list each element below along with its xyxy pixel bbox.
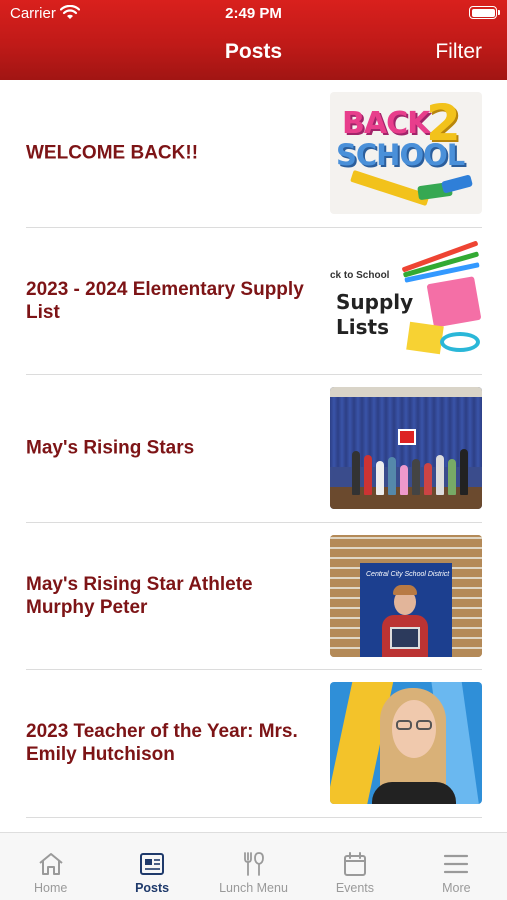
post-thumbnail: [330, 682, 482, 804]
battery-icon: [469, 6, 500, 19]
person-graphic: [400, 465, 408, 495]
filter-button[interactable]: Filter: [435, 40, 482, 64]
post-title: 2023 - 2024 Elementary Supply List: [26, 278, 304, 323]
thumbnail-text: ck to School: [330, 269, 390, 281]
post-item[interactable]: May's Rising Stars: [26, 375, 482, 523]
person-graphic: [436, 455, 444, 495]
glasses-graphic: [396, 720, 412, 730]
tab-more[interactable]: More: [406, 833, 507, 900]
status-bar: Carrier 2:49 PM: [0, 0, 507, 28]
post-title: May's Rising Stars: [26, 437, 195, 459]
notebook-graphic: [426, 275, 482, 328]
post-title: 2023 Teacher of the Year: Mrs. Emily Hut…: [26, 721, 298, 766]
thumbnail-text: Lists: [336, 314, 389, 339]
person-graphic: [352, 451, 360, 495]
home-icon: [39, 853, 63, 875]
tab-label: Lunch Menu: [219, 881, 288, 895]
tab-events[interactable]: Events: [304, 833, 405, 900]
utensils-icon: [243, 852, 264, 876]
school-emblem-graphic: [398, 429, 416, 445]
thumbnail-text: Supply: [336, 289, 414, 314]
person-hair-graphic: [393, 584, 417, 595]
status-time: 2:49 PM: [225, 5, 282, 22]
newspaper-icon: [140, 853, 165, 875]
thumbnail-text: Central City School District: [366, 570, 450, 578]
post-item[interactable]: May's Rising Star Athlete Murphy Peter C…: [26, 523, 482, 670]
calendar-icon: [343, 852, 366, 876]
post-thumbnail: [330, 387, 482, 509]
person-graphic: [460, 449, 468, 495]
tab-label: Posts: [135, 881, 170, 895]
tab-bar: Home Posts Lunch Menu Events More: [0, 832, 507, 900]
thumbnail-text: BACK: [342, 106, 430, 141]
person-shirt-graphic: [372, 782, 456, 804]
post-item[interactable]: 2023 - 2024 Elementary Supply List ck to…: [26, 228, 482, 375]
post-thumbnail: BACK 2 SCHOOL: [330, 92, 482, 214]
tab-posts[interactable]: Posts: [101, 833, 202, 900]
navigation-header: Carrier 2:49 PM Posts Filter: [0, 0, 507, 80]
post-item[interactable]: 2023 Teacher of the Year: Mrs. Emily Hut…: [26, 670, 482, 818]
menu-icon: [444, 854, 469, 874]
post-title: May's Rising Star Athlete Murphy Peter: [26, 573, 253, 618]
person-graphic: [364, 455, 372, 495]
person-graphic: [388, 457, 396, 495]
certificate-graphic: [390, 626, 420, 649]
eraser-graphic: [440, 174, 474, 194]
tab-home[interactable]: Home: [0, 833, 101, 900]
posts-list: WELCOME BACK!! BACK 2 SCHOOL 2023 - 2024…: [0, 80, 507, 818]
sticky-note-graphic: [406, 321, 444, 354]
person-graphic: [448, 459, 456, 495]
post-title: WELCOME BACK!!: [26, 142, 199, 164]
post-thumbnail: Central City School District: [330, 534, 482, 657]
person-graphic: [424, 463, 432, 495]
tab-label: Home: [34, 881, 68, 895]
tab-label: Events: [335, 881, 375, 895]
glasses-graphic: [416, 720, 432, 730]
thumbnail-text: SCHOOL: [336, 138, 465, 172]
person-graphic: [412, 459, 420, 495]
tab-label: More: [442, 881, 471, 895]
page-title: Posts: [224, 40, 283, 63]
scissors-graphic: [440, 331, 480, 352]
tab-lunch-menu[interactable]: Lunch Menu: [203, 833, 304, 900]
post-thumbnail: ck to School Supply Lists: [330, 239, 482, 362]
post-item[interactable]: WELCOME BACK!! BACK 2 SCHOOL: [26, 80, 482, 228]
person-graphic: [376, 461, 384, 495]
